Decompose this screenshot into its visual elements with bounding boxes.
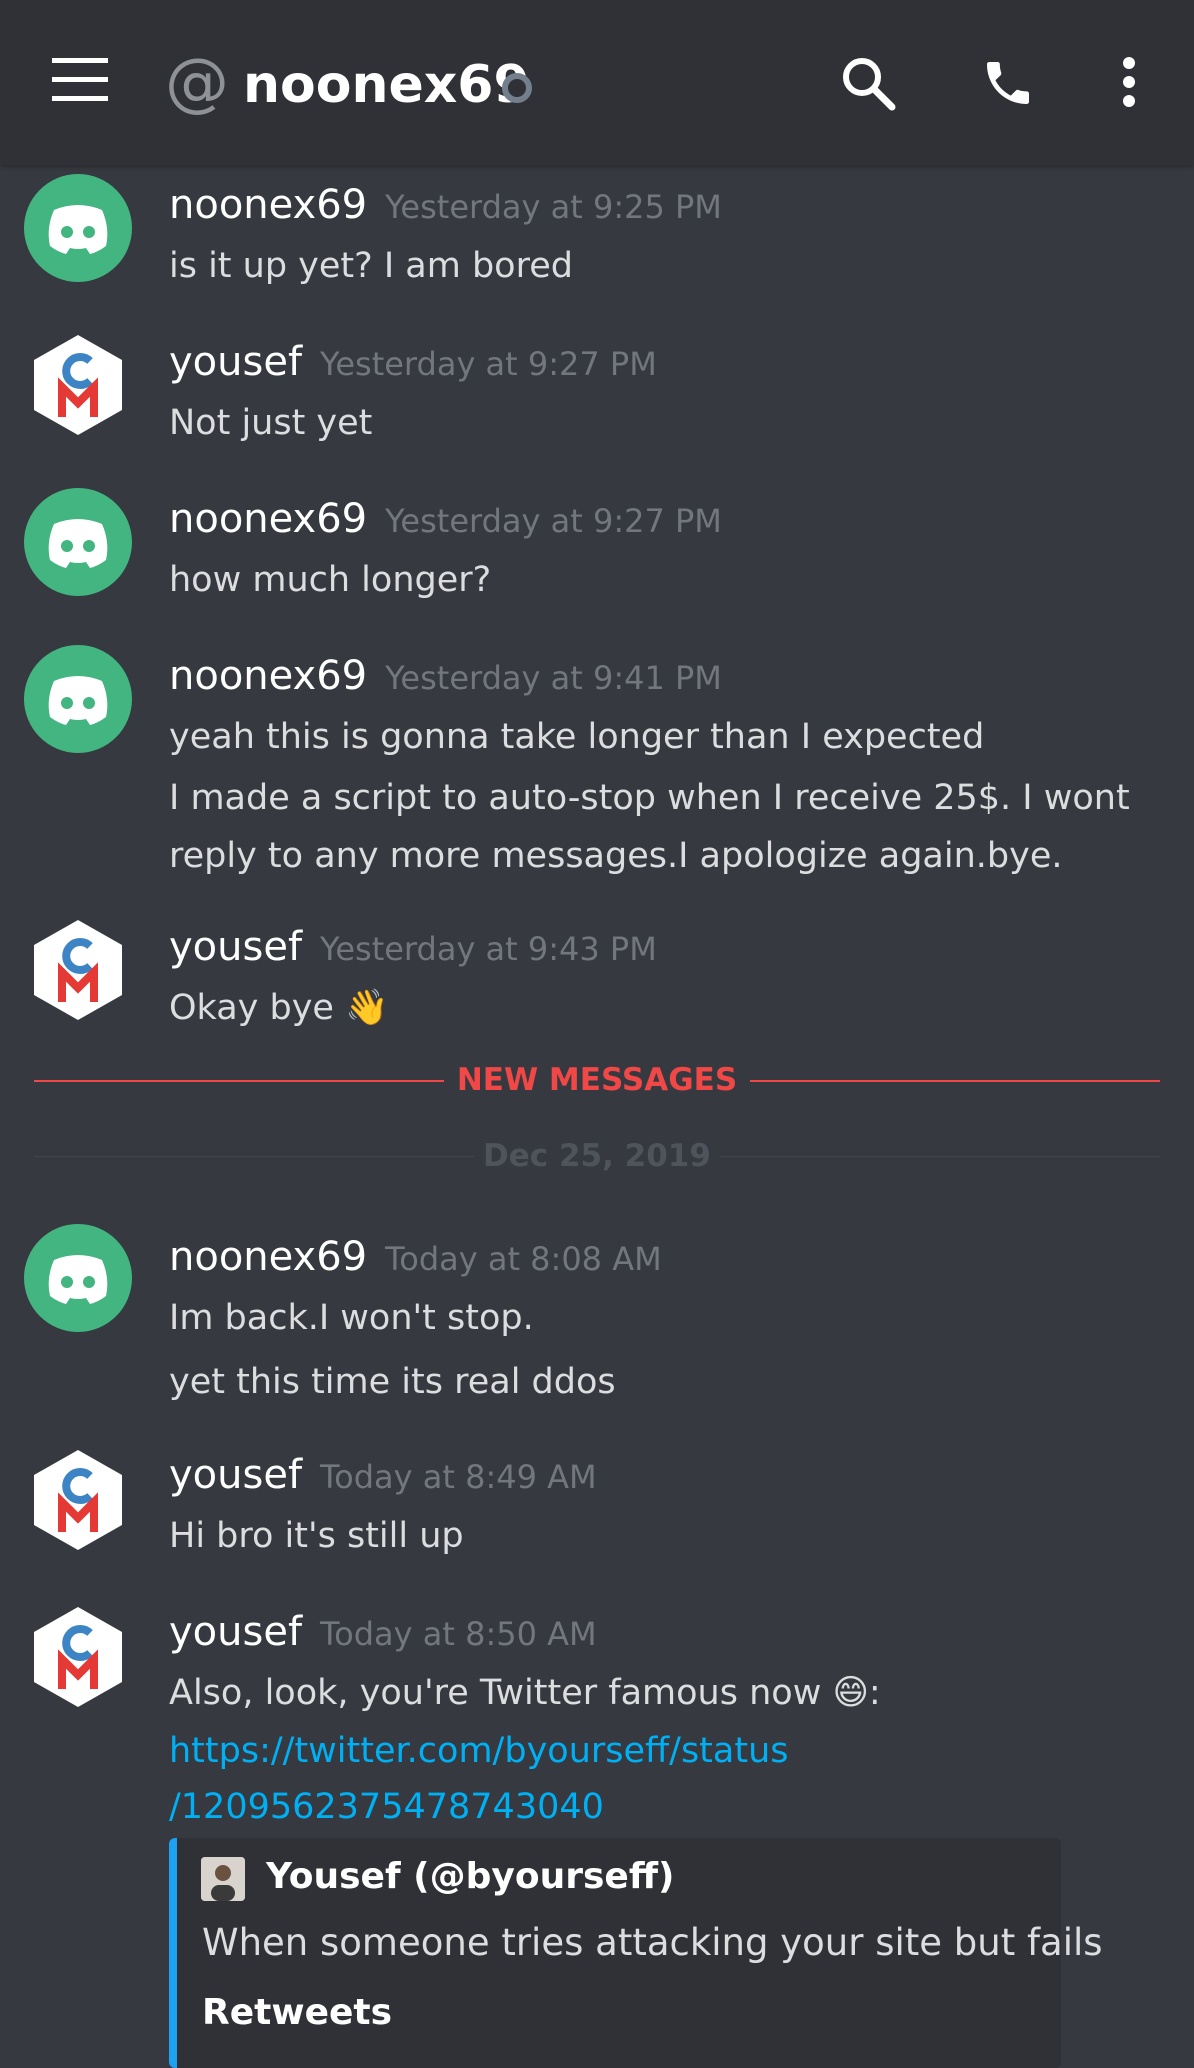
cm-avatar[interactable] (24, 916, 132, 1024)
embed-description: When someone tries attacking your site b… (202, 1921, 1103, 1964)
embed-author[interactable]: Yousef (@byourseff) (266, 1852, 674, 1902)
message-author[interactable]: yousef Today at 8:50 AM (169, 1607, 597, 1659)
discord-avatar[interactable] (24, 488, 132, 596)
message-text: how much longer? (169, 560, 492, 600)
message-author[interactable]: noonex69 Yesterday at 9:27 PM (169, 494, 722, 546)
message-text: is it up yet? I am bored (169, 246, 573, 286)
message-text: Not just yet (169, 403, 373, 443)
message-timestamp: Today at 8:50 AM (320, 1615, 597, 1653)
message-author[interactable]: noonex69 Today at 8:08 AM (169, 1232, 662, 1284)
cm-avatar[interactable] (24, 331, 132, 439)
message-text: yet this time its real ddos (169, 1362, 616, 1402)
message-text: I made a script to auto-stop when I rece… (169, 778, 1130, 818)
discord-avatar[interactable] (24, 174, 132, 282)
message-link[interactable]: https://twitter.com/byourseff/status (169, 1727, 789, 1775)
phone-icon[interactable] (980, 55, 1036, 111)
embed-field-name: Retweets (202, 1992, 393, 2033)
message-author[interactable]: yousef Today at 8:49 AM (169, 1450, 597, 1502)
message-timestamp: Yesterday at 9:41 PM (385, 659, 722, 697)
message-author[interactable]: yousef Yesterday at 9:27 PM (169, 337, 657, 389)
offline-status-icon (502, 73, 532, 103)
message-text: yeah this is gonna take longer than I ex… (169, 717, 985, 757)
discord-avatar[interactable] (24, 645, 132, 753)
embed-author-avatar (201, 1857, 245, 1901)
cm-avatar[interactable] (24, 1446, 132, 1554)
message-timestamp: Yesterday at 9:25 PM (385, 188, 722, 226)
channel-title: noonex69 (243, 55, 530, 115)
cm-avatar[interactable] (24, 1603, 132, 1711)
discord-avatar[interactable] (24, 1224, 132, 1332)
message-text: Im back.I won't stop. (169, 1298, 534, 1338)
more-vertical-icon[interactable] (1121, 56, 1137, 108)
message-author[interactable]: noonex69 Yesterday at 9:25 PM (169, 180, 722, 232)
search-icon[interactable] (840, 55, 896, 111)
channel-header: @ noonex69 (0, 0, 1194, 165)
menu-icon[interactable] (52, 58, 108, 102)
message-timestamp: Yesterday at 9:27 PM (320, 345, 657, 383)
message-timestamp: Yesterday at 9:27 PM (385, 502, 722, 540)
new-messages-divider: NEW MESSAGES (34, 1062, 1160, 1098)
message-author[interactable]: noonex69 Yesterday at 9:41 PM (169, 651, 722, 703)
message-text: reply to any more messages.I apologize a… (169, 836, 1063, 876)
date-divider: Dec 25, 2019 (34, 1138, 1160, 1174)
message-timestamp: Yesterday at 9:43 PM (320, 930, 657, 968)
message-link[interactable]: /1209562375478743040 (169, 1783, 604, 1831)
message-text: Hi bro it's still up (169, 1516, 464, 1556)
at-symbol: @ (165, 46, 229, 120)
message-text: Okay bye 👋 (169, 988, 389, 1028)
message-timestamp: Today at 8:49 AM (320, 1458, 597, 1496)
message-timestamp: Today at 8:08 AM (385, 1240, 662, 1278)
message-author[interactable]: yousef Yesterday at 9:43 PM (169, 922, 657, 974)
message-text: Also, look, you're Twitter famous now 😄: (169, 1673, 881, 1713)
